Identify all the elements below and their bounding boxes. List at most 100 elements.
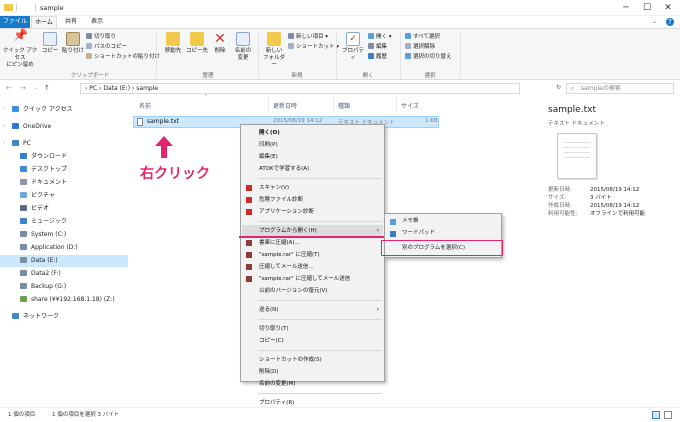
column-header-date[interactable]: 更新日時 xyxy=(273,101,297,110)
nav-item[interactable]: ミュージック xyxy=(0,216,128,228)
expand-chevron-icon[interactable]: › xyxy=(3,140,5,146)
rename-button[interactable]: 名前の 変更 xyxy=(232,29,254,62)
maximize-button[interactable]: ☐ xyxy=(637,2,657,14)
column-header-name[interactable]: 名前 xyxy=(139,101,151,110)
close-button[interactable]: ✕ xyxy=(658,2,678,14)
menu-item[interactable]: 削除(D) xyxy=(242,366,383,378)
menu-item-label: 送る(N) xyxy=(259,307,279,313)
edit-button[interactable]: 編集 xyxy=(368,43,387,51)
file-name: sample.txt xyxy=(147,118,179,125)
nav-item[interactable]: PC xyxy=(0,138,128,150)
chevron-down-icon[interactable]: ⌄ xyxy=(652,18,657,25)
menu-item[interactable]: 編集(E) xyxy=(242,151,383,163)
address-bar[interactable]: › PC › Data (E:) › sample xyxy=(80,83,520,94)
menu-item[interactable]: 圧縮してメール送信... xyxy=(242,261,383,273)
select-all-button[interactable]: すべて選択 xyxy=(405,33,440,41)
open-button[interactable]: 開く ▾ xyxy=(368,33,392,41)
copy-to-button[interactable]: コピー先 xyxy=(186,29,208,55)
menu-item[interactable]: 開く(O) xyxy=(242,127,383,139)
large-icons-view-icon[interactable] xyxy=(664,411,672,419)
menu-item[interactable]: 名前の変更(M) xyxy=(242,378,383,390)
delete-button[interactable]: ✕ 削除 xyxy=(210,29,230,55)
column-divider[interactable] xyxy=(396,98,397,110)
recent-chevron-icon[interactable]: ⌄ xyxy=(34,83,38,94)
tab-home[interactable]: ホーム xyxy=(31,16,57,28)
refresh-icon[interactable]: ↻ xyxy=(556,84,561,91)
new-folder-button[interactable]: 新しい フォルダー xyxy=(262,29,286,69)
nav-item[interactable]: ネットワーク xyxy=(0,311,128,323)
search-input[interactable]: ⌕ sampleの検索 xyxy=(566,83,674,94)
menu-item[interactable]: ATOKで学習する(A) xyxy=(242,163,383,175)
details-filetype: テキスト ドキュメント xyxy=(548,121,605,127)
nav-item[interactable]: ビデオ xyxy=(0,203,128,215)
column-divider[interactable] xyxy=(268,98,269,110)
nav-item[interactable]: System (C:) xyxy=(0,229,128,241)
rename-icon xyxy=(236,32,250,46)
properties-button[interactable]: ✓ プロパティ xyxy=(340,29,366,62)
back-arrow-icon[interactable]: ← xyxy=(6,83,12,94)
minimize-button[interactable]: ─ xyxy=(616,2,636,14)
submenu-item[interactable]: メモ帳 xyxy=(386,216,500,227)
menu-item[interactable]: コピー(C) xyxy=(242,335,383,347)
invert-selection-button[interactable]: 選択の切り替え xyxy=(405,53,452,61)
quick-access-toolbar[interactable] xyxy=(16,4,36,11)
menu-item[interactable]: スキャン(V) xyxy=(242,182,383,194)
nav-item[interactable]: クイック アクセス xyxy=(0,104,128,116)
expand-chevron-icon[interactable]: › xyxy=(3,123,5,129)
nav-item[interactable]: Application (D:) xyxy=(0,242,128,254)
nav-item[interactable]: Data2 (F:) xyxy=(0,268,128,280)
help-icon[interactable]: ? xyxy=(666,18,674,26)
menu-item[interactable]: ショートカットの作成(S) xyxy=(242,354,383,366)
menu-item[interactable]: 切り取り(T) xyxy=(242,323,383,335)
nav-item[interactable]: デスクトップ xyxy=(0,164,128,176)
rename-label: 名前の 変更 xyxy=(234,48,252,61)
pin-quick-access-button[interactable]: 📌 クイック アクセス にピン留め xyxy=(2,29,38,69)
expand-chevron-icon[interactable]: › xyxy=(3,106,5,112)
paste-shortcut-button[interactable]: ショートカットの貼り付け xyxy=(86,53,160,61)
menu-item[interactable]: 送る(N) › xyxy=(242,304,383,316)
nav-item[interactable]: ピクチャ xyxy=(0,190,128,202)
up-arrow-icon[interactable]: ↑ xyxy=(44,83,50,94)
tab-file[interactable]: ファイル xyxy=(0,16,30,28)
column-header-type[interactable]: 種類 xyxy=(338,101,350,110)
new-folder-icon xyxy=(267,32,281,46)
nav-item-icon xyxy=(20,296,27,302)
menu-item[interactable]: 印刷(P) xyxy=(242,139,383,151)
menu-item[interactable]: 危険ファイル診断 xyxy=(242,194,383,206)
nav-item-icon xyxy=(20,283,27,289)
paste-button[interactable]: 貼り付け xyxy=(62,29,84,55)
copy-path-button[interactable]: パスのコピー xyxy=(86,43,127,51)
new-item-button[interactable]: 新しい項目 ▾ xyxy=(288,33,328,41)
menu-item[interactable]: アプリケーション診断 xyxy=(242,206,383,218)
nav-item[interactable]: OneDrive xyxy=(0,121,128,133)
forward-arrow-icon[interactable]: → xyxy=(20,83,26,94)
move-to-button[interactable]: 移動先 xyxy=(162,29,184,55)
new-group-label: 新規 xyxy=(291,73,303,79)
menu-item[interactable]: "sample.rar" に圧縮してメール送信 xyxy=(242,273,383,285)
tab-view[interactable]: 表示 xyxy=(85,16,109,28)
cut-button[interactable]: 切り取り xyxy=(86,33,116,41)
nav-item[interactable]: Backup (G:) xyxy=(0,281,128,293)
submenu-item[interactable]: ワードパッド xyxy=(386,228,500,239)
nav-item[interactable]: ダウンロード xyxy=(0,151,128,163)
menu-item[interactable]: 書庫に圧縮(A)... xyxy=(242,237,383,249)
nav-item-icon xyxy=(12,123,19,129)
nav-item[interactable]: Data (E:) xyxy=(0,255,128,267)
copy-button[interactable]: コピー xyxy=(40,29,60,55)
nav-item[interactable]: share (¥¥192.168.1.18) (Z:) xyxy=(0,294,128,306)
select-none-button[interactable]: 選択解除 xyxy=(405,43,435,51)
menu-item[interactable]: "sample.rar" に圧縮(T) xyxy=(242,249,383,261)
menu-item[interactable]: 以前のバージョンの復元(V) xyxy=(242,285,383,297)
shortcut-button[interactable]: ショートカット ▾ xyxy=(288,43,339,51)
nav-item[interactable]: ドキュメント xyxy=(0,177,128,189)
nav-item-label: クイック アクセス xyxy=(23,106,73,113)
item-count: 1 個の項目 xyxy=(8,412,36,418)
select-none-icon xyxy=(405,43,411,49)
address-path: › PC › Data (E:) › sample xyxy=(85,85,159,92)
details-view-icon[interactable] xyxy=(652,411,660,419)
column-header-size[interactable]: サイズ xyxy=(401,101,419,110)
history-button[interactable]: 履歴 xyxy=(368,53,387,61)
column-divider[interactable] xyxy=(333,98,334,110)
menu-item-label: スキャン(V) xyxy=(259,185,290,191)
tab-share[interactable]: 共有 xyxy=(59,16,83,28)
